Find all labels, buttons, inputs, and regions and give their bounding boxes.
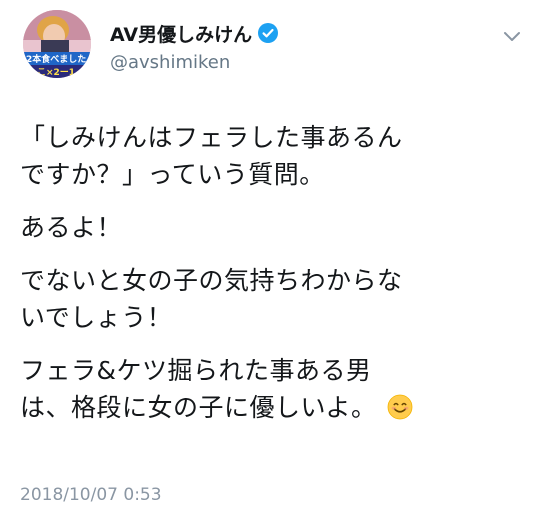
tweet-line-last: は、格段に女の子に優しいよ。 [20,389,525,426]
tweet-card: 2本食べました こ×2ー1 AV男優しみけん @avshimiken 「しみけん… [0,0,540,517]
tweet-paragraph: あるよ！ [20,209,525,246]
tweet-line: でないと女の子の気持ちわからな [20,266,403,295]
avatar[interactable]: 2本食べました こ×2ー1 [23,10,91,78]
tweet-timestamp[interactable]: 2018/10/07 0:53 [20,485,162,505]
chevron-down-icon[interactable] [502,30,522,44]
tweet-line: 「しみけんはフェラした事あるん [20,123,403,152]
tweet-paragraph: でないと女の子の気持ちわからな いでしょう！ [20,262,525,336]
display-name[interactable]: AV男優しみけん [110,20,252,47]
tweet-line: ですか？」っていう質問。 [20,160,325,189]
tweet-line: いでしょう！ [20,303,173,332]
name-row: AV男優しみけん [110,20,279,47]
avatar-caption-1: 2本食べました [26,53,86,65]
verified-badge-icon [258,23,279,43]
tweet-line: あるよ！ [20,213,123,242]
tweet-text: 「しみけんはフェラした事あるん ですか？」っていう質問。 あるよ！ でないと女の… [20,119,525,442]
tweet-line: フェラ&ケツ掘られた事ある男 [20,356,372,385]
avatar-image: 2本食べました こ×2ー1 [23,10,91,78]
tweet-paragraph: 「しみけんはフェラした事あるん ですか？」っていう質問。 [20,119,525,193]
user-handle[interactable]: @avshimiken [110,52,230,73]
tweet-line-text: は、格段に女の子に優しいよ。 [20,393,377,422]
smiling-face-emoji-icon [387,394,412,420]
avatar-caption-2: こ×2ー1 [37,67,75,78]
tweet-paragraph: フェラ&ケツ掘られた事ある男 は、格段に女の子に優しいよ。 [20,352,525,426]
